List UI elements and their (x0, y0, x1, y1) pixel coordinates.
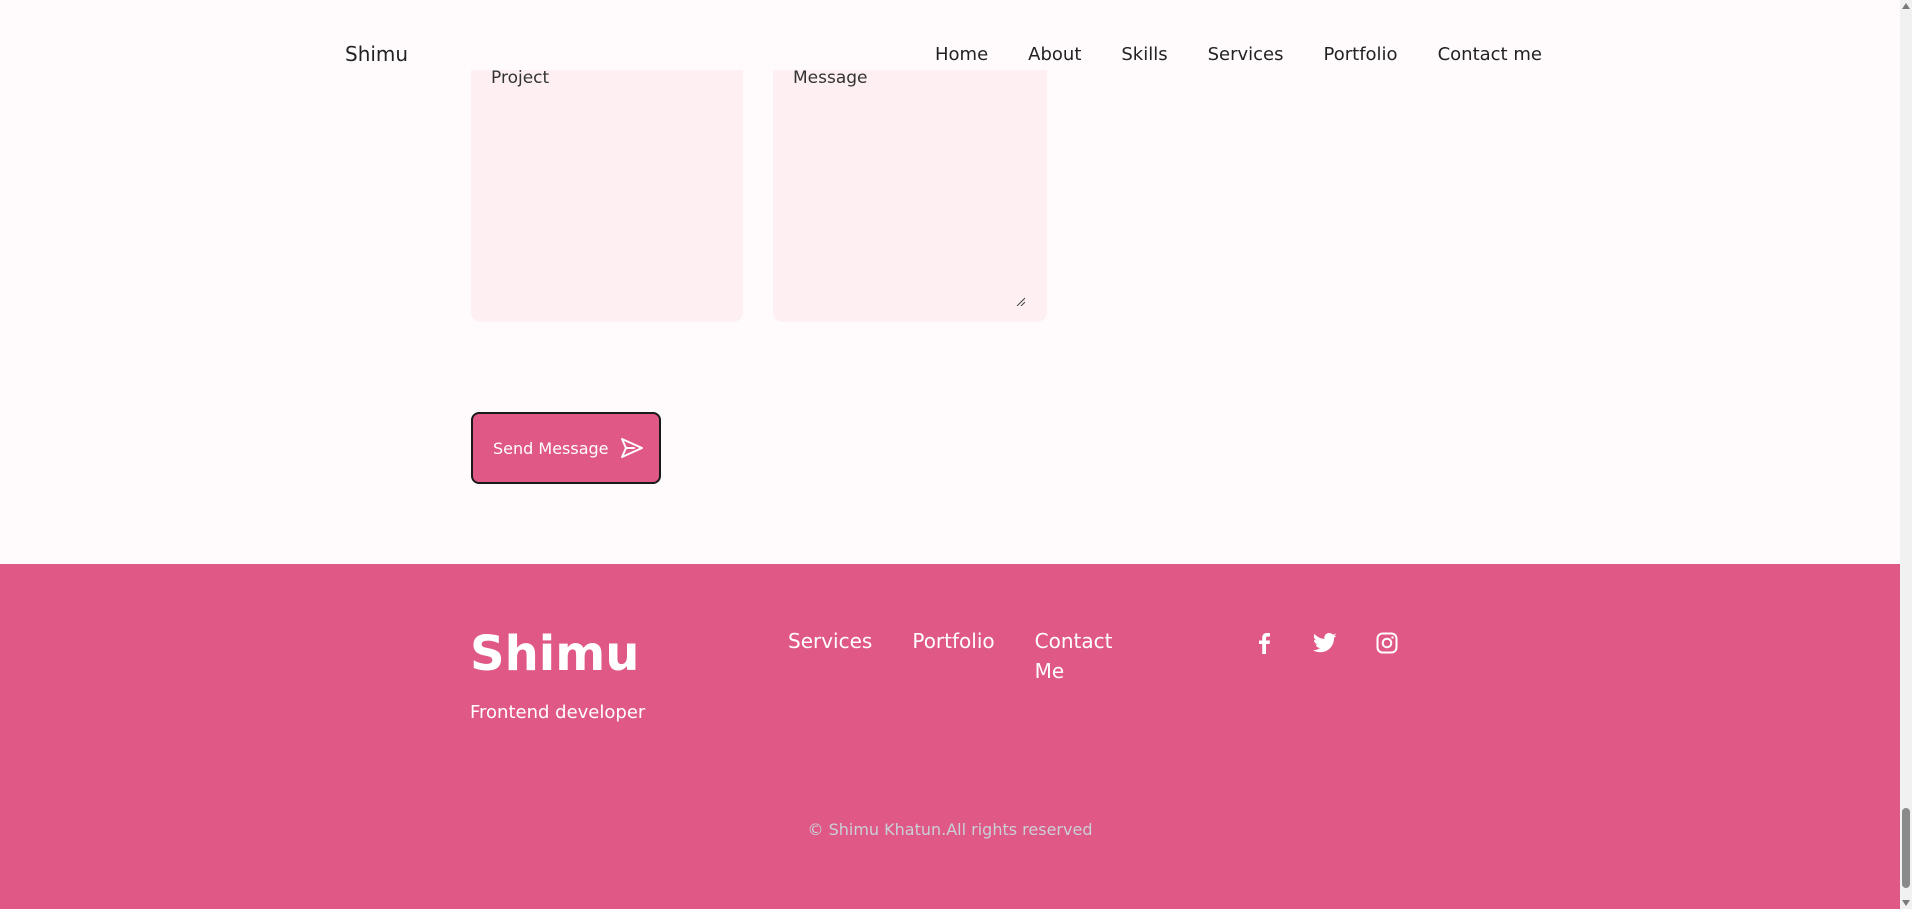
nav-home[interactable]: Home (935, 44, 988, 65)
message-placeholder: Message (793, 68, 868, 88)
scroll-up-arrow-icon[interactable] (1902, 3, 1910, 9)
page: Project Message Shimu Home About Skills … (0, 0, 1900, 909)
footer-brand: Shimu (470, 626, 640, 682)
send-icon (620, 438, 643, 458)
send-message-button[interactable]: Send Message (471, 412, 661, 484)
project-placeholder: Project (491, 68, 550, 88)
main-nav: Home About Skills Services Portfolio Con… (935, 44, 1582, 65)
top-navbar: Shimu Home About Skills Services Portfol… (0, 0, 1900, 70)
footer: Shimu Frontend developer Services Portfo… (0, 564, 1900, 909)
nav-about[interactable]: About (1028, 44, 1081, 65)
send-message-label: Send Message (493, 438, 609, 458)
scroll-thumb[interactable] (1902, 808, 1910, 888)
resize-handle-icon[interactable] (1015, 296, 1025, 306)
message-textarea[interactable]: Message (773, 40, 1047, 322)
scroll-down-arrow-icon[interactable] (1902, 900, 1910, 906)
footer-link-portfolio[interactable]: Portfolio (912, 626, 994, 686)
facebook-icon[interactable] (1252, 631, 1276, 655)
footer-subtitle: Frontend developer (470, 702, 646, 723)
twitter-icon[interactable] (1313, 631, 1337, 655)
nav-portfolio[interactable]: Portfolio (1324, 44, 1398, 65)
page-scrollbar[interactable] (1900, 0, 1912, 909)
project-field[interactable]: Project (471, 40, 743, 322)
instagram-icon[interactable] (1375, 631, 1399, 655)
nav-contact[interactable]: Contact me (1438, 44, 1542, 65)
footer-links: Services Portfolio Contact Me (788, 626, 1165, 686)
footer-link-services[interactable]: Services (788, 626, 872, 686)
nav-skills[interactable]: Skills (1121, 44, 1167, 65)
nav-services[interactable]: Services (1208, 44, 1284, 65)
brand-logo[interactable]: Shimu (345, 42, 408, 66)
footer-link-contact[interactable]: Contact Me (1035, 626, 1125, 686)
copyright-text: © Shimu Khatun.All rights reserved (807, 820, 1093, 839)
